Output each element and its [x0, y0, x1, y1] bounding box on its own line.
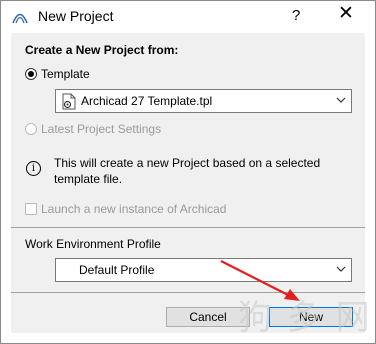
help-button[interactable]: ? [292, 7, 300, 24]
template-dropdown-value: Archicad 27 Template.tpl [81, 94, 213, 108]
chevron-down-icon [336, 97, 346, 103]
archicad-app-icon [12, 13, 28, 24]
new-project-dialog: New Project ? ✕ Create a New Project fro… [0, 0, 376, 344]
new-button[interactable]: New [269, 307, 353, 327]
work-environment-value: Default Profile [79, 263, 155, 277]
section-heading: Create a New Project from: [25, 43, 179, 57]
latest-settings-radio[interactable] [25, 123, 37, 135]
latest-settings-label: Latest Project Settings [41, 122, 162, 136]
launch-new-instance-checkbox[interactable] [25, 203, 37, 215]
template-radio-label[interactable]: Template [41, 67, 90, 81]
template-file-icon [62, 93, 76, 110]
template-dropdown[interactable]: Archicad 27 Template.tpl [55, 89, 352, 113]
info-message: This will create a new Project based on … [54, 156, 321, 186]
dialog-content: Create a New Project from: Template Arch… [11, 33, 365, 333]
title-bar: New Project ? ✕ [1, 1, 375, 33]
divider [11, 227, 365, 228]
work-environment-dropdown[interactable]: Default Profile [55, 258, 352, 282]
cancel-button[interactable]: Cancel [166, 307, 250, 327]
launch-new-instance-label: Launch a new instance of Archicad [41, 202, 227, 216]
divider [11, 292, 365, 293]
info-icon: i [26, 161, 41, 176]
close-button[interactable]: ✕ [338, 4, 354, 24]
window-title: New Project [38, 8, 114, 24]
template-radio[interactable] [25, 68, 37, 80]
work-environment-label: Work Environment Profile [25, 237, 161, 251]
chevron-down-icon [336, 266, 346, 272]
